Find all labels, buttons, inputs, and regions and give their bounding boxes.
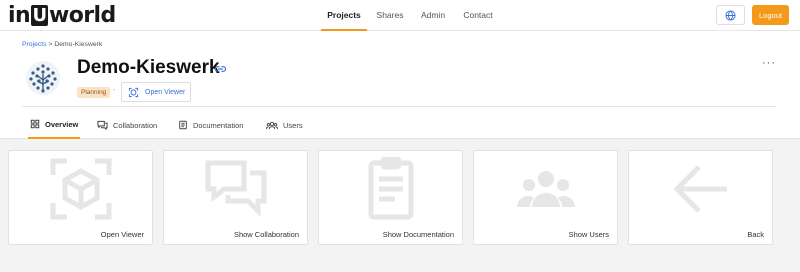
- tab-documentation-label: Documentation: [193, 120, 244, 130]
- card-show-users[interactable]: Show Users: [473, 150, 618, 245]
- tab-collaboration-label: Collaboration: [113, 120, 158, 130]
- document-icon: [179, 120, 187, 130]
- project-tree-icon: [26, 61, 60, 95]
- status-badge: Planning: [77, 87, 111, 98]
- logo-text-u: U: [31, 4, 49, 26]
- nav-contact[interactable]: Contact: [459, 0, 497, 31]
- globe-icon: [725, 9, 736, 21]
- tab-overview[interactable]: Overview: [28, 111, 81, 139]
- card-show-documentation[interactable]: Show Documentation: [318, 150, 463, 245]
- logo-text-right: world: [49, 2, 116, 28]
- open-viewer-label: Open Viewer: [145, 88, 186, 96]
- grid-icon: [30, 119, 40, 129]
- top-navbar: in Uworld Projects Shares Admin Contact L…: [0, 0, 800, 31]
- nav-projects[interactable]: Projects: [321, 0, 367, 31]
- breadcrumb-current: Demo-Kieswerk: [54, 41, 103, 48]
- viewer-scan-icon: [128, 87, 139, 97]
- card-back-label: Back: [747, 230, 764, 239]
- project-header: Projects > Demo-Kieswerk Demo-Kieswerk ·…: [0, 31, 800, 139]
- tab-documentation[interactable]: Documentation: [176, 111, 245, 139]
- breadcrumb-separator: >: [48, 41, 53, 48]
- logo-text-left: in: [8, 2, 31, 28]
- card-show-collaboration[interactable]: Show Collaboration: [163, 150, 308, 245]
- breadcrumb-projects-link[interactable]: Projects: [22, 41, 47, 48]
- arrow-left-icon: [673, 165, 727, 213]
- meta-separator: -: [113, 87, 116, 94]
- more-options-button[interactable]: ···: [762, 57, 776, 69]
- header-divider: [22, 106, 776, 107]
- tab-users[interactable]: Users: [264, 111, 305, 139]
- cube-viewer-icon: [50, 158, 112, 220]
- card-show-documentation-label: Show Documentation: [382, 230, 454, 239]
- inuworld-logo[interactable]: in Uworld: [8, 2, 116, 28]
- card-show-users-label: Show Users: [568, 230, 609, 239]
- logout-button[interactable]: Logout: [752, 5, 789, 25]
- clipboard-icon: [368, 157, 414, 220]
- card-open-viewer[interactable]: Open Viewer: [8, 150, 153, 245]
- users-icon: [517, 171, 575, 207]
- breadcrumb: Projects > Demo-Kieswerk: [22, 41, 102, 48]
- nav-shares[interactable]: Shares: [372, 0, 408, 31]
- users-icon: [266, 121, 278, 129]
- open-viewer-button[interactable]: Open Viewer: [121, 82, 191, 102]
- chat-bubbles-icon: [205, 160, 267, 218]
- language-button[interactable]: [716, 5, 745, 25]
- card-back[interactable]: Back: [628, 150, 773, 245]
- tab-users-label: Users: [283, 120, 303, 130]
- card-open-viewer-label: Open Viewer: [100, 230, 144, 239]
- project-title: Demo-Kieswerk: [77, 57, 220, 78]
- tab-collaboration[interactable]: Collaboration: [95, 111, 159, 139]
- tab-overview-label: Overview: [45, 119, 79, 129]
- nav-admin[interactable]: Admin: [417, 0, 449, 31]
- card-show-collaboration-label: Show Collaboration: [233, 230, 299, 239]
- link-icon[interactable]: [215, 65, 226, 73]
- chat-icon: [97, 120, 108, 130]
